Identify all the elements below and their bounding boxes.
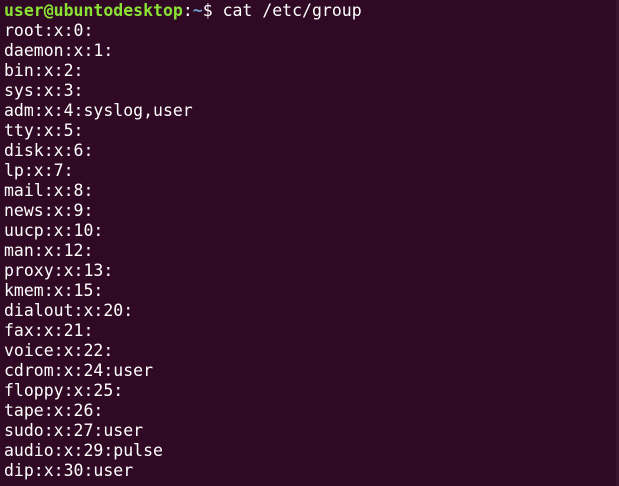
- command-text: cat /etc/group: [222, 1, 362, 20]
- output-line: disk:x:6:: [4, 141, 94, 160]
- output-line: mail:x:8:: [4, 181, 94, 200]
- output-line: bin:x:2:: [4, 61, 84, 80]
- output-line: fax:x:21:: [4, 321, 94, 340]
- prompt-path: ~: [192, 1, 203, 20]
- output-line: floppy:x:25:: [4, 381, 124, 400]
- output-line: proxy:x:13:: [4, 261, 114, 280]
- output-line: man:x:12:: [4, 241, 94, 260]
- output-line: dip:x:30:user: [4, 461, 134, 480]
- output-line: tty:x:5:: [4, 121, 84, 140]
- terminal-window[interactable]: user@ubuntodesktop:~$ cat /etc/group roo…: [0, 0, 619, 486]
- prompt-line: user@ubuntodesktop:~$ cat /etc/group: [4, 1, 615, 21]
- output-line: lp:x:7:: [4, 161, 74, 180]
- output-line: sudo:x:27:user: [4, 421, 144, 440]
- output-line: kmem:x:15:: [4, 281, 104, 300]
- output-line: uucp:x:10:: [4, 221, 104, 240]
- output-line: voice:x:22:: [4, 341, 114, 360]
- output-line: tape:x:26:: [4, 401, 104, 420]
- output-line: audio:x:29:pulse: [4, 441, 163, 460]
- prompt-symbol: $: [202, 1, 223, 20]
- prompt-user-host: user@ubuntodesktop: [4, 1, 183, 20]
- output-line: adm:x:4:syslog,user: [4, 101, 193, 120]
- command-output: root:x:0: daemon:x:1: bin:x:2: sys:x:3: …: [4, 21, 615, 481]
- prompt-separator: :: [182, 1, 193, 20]
- output-line: root:x:0:: [4, 21, 94, 40]
- output-line: daemon:x:1:: [4, 41, 114, 60]
- output-line: cdrom:x:24:user: [4, 361, 154, 380]
- output-line: sys:x:3:: [4, 81, 84, 100]
- output-line: news:x:9:: [4, 201, 94, 220]
- output-line: dialout:x:20:: [4, 301, 134, 320]
